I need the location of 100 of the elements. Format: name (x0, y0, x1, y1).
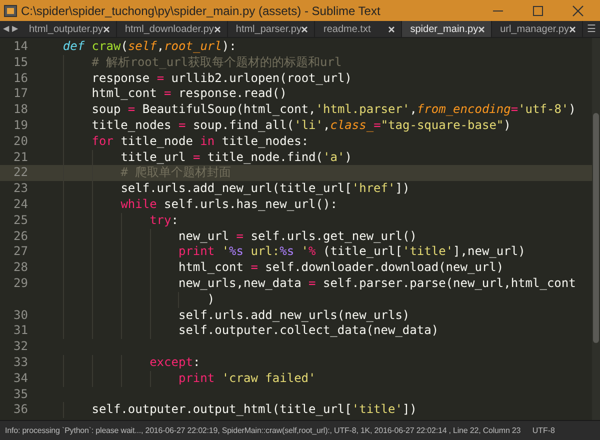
menu-button[interactable]: ☰ (583, 21, 600, 37)
line-number: 19 (14, 118, 28, 132)
code-token: self.urls.has_new_url(): (163, 196, 338, 213)
file-tab[interactable]: spider_main.py (402, 21, 492, 37)
code-token: ( (120, 39, 128, 55)
code-token: BeautifulSoup(html_cont, (141, 102, 316, 118)
code-token: response (92, 70, 151, 86)
code-token: urllib2.urlopen(root_url) (170, 70, 352, 86)
code-token: def (62, 39, 85, 55)
code-token: ' (300, 244, 309, 260)
code-token: = (236, 228, 244, 244)
line-number: 15 (14, 54, 28, 69)
tab-forward-button[interactable]: ▶ (12, 21, 21, 37)
line-number: 27 (14, 244, 28, 258)
line-number: 33 (14, 354, 28, 369)
code-token: craw (90, 39, 121, 55)
code-token: new_urls,new_data (178, 276, 302, 292)
close-icon[interactable] (572, 4, 584, 16)
code-token: url: (250, 244, 280, 260)
code-token: except (150, 354, 193, 371)
code-token: 'href' (352, 181, 396, 197)
code-token: title_node (120, 134, 194, 150)
code-token: "tag-square-base" (380, 118, 504, 134)
code-token: root_url (164, 39, 222, 55)
code-token: title_node.find( (206, 150, 323, 166)
line-number: 36 (14, 402, 28, 416)
code-token: ) (344, 150, 352, 166)
code-token: : (171, 212, 178, 229)
line-number: 31 (14, 323, 28, 338)
tab-back-button[interactable]: ◀ (0, 21, 12, 37)
code-token: ) (504, 118, 511, 134)
code-token: , (323, 118, 330, 134)
line-number: 21 (14, 150, 28, 164)
line-number: 34 (14, 370, 28, 385)
code-token: title_nodes (92, 118, 172, 134)
line-number: 23 (14, 181, 28, 196)
code-token: ],new_url) (453, 244, 526, 260)
maximize-icon[interactable] (532, 4, 544, 16)
code-token: = (128, 102, 136, 118)
code-token: ) (207, 292, 215, 308)
code-token: = (374, 118, 381, 134)
code-token: soup.find_all( (192, 118, 294, 134)
code-comment: # 解析root_url获取每个题材的的标题和url (92, 54, 342, 71)
scrollbar[interactable] (592, 38, 600, 420)
code-token: class_ (330, 118, 374, 134)
code-token: ) (568, 102, 576, 118)
code-token: (title_url[ (322, 244, 402, 260)
code-token: for (92, 134, 114, 150)
line-number: 16 (14, 70, 28, 85)
code-token: 'craw failed' (220, 370, 316, 387)
code-token: soup (92, 102, 122, 118)
line-number: 30 (14, 308, 28, 322)
code-token: self.parser.parse(new_url,html_cont (322, 276, 576, 292)
code-token: = (250, 260, 258, 276)
code-token: 'utf-8' (518, 102, 569, 118)
code-token: self (128, 39, 157, 55)
code-token: while (120, 196, 157, 213)
line-number: 28 (14, 260, 28, 274)
code-token: 'li' (294, 118, 323, 134)
app-icon (4, 4, 17, 16)
line-number: 17 (14, 86, 28, 100)
code-token: = (192, 150, 200, 166)
line-number: 24 (14, 196, 28, 211)
status-message: Info: processing `Python`: please wait..., 2016-06-27 22:02:19, SpiderMain::craw(self,root_url):, UTF-8, 1K, 2016-06-27 22:02:14 , Line 22, Column 23 (5, 424, 521, 436)
line-number: 26 (14, 228, 28, 243)
code-token: ' (220, 244, 230, 260)
window-title: C:\spider\spider_tuchong\py\spider_main.py (assets) - Sublime Text (21, 2, 380, 20)
line-number: 18 (14, 102, 28, 116)
scrollbar-thumb[interactable] (593, 113, 599, 343)
code-token: html_cont (178, 260, 244, 276)
code-token: ]) (402, 402, 417, 418)
code-token: response.read() (177, 86, 287, 102)
code-token: : (192, 354, 200, 371)
code-token: print (178, 370, 215, 387)
code-token: 'html.parser' (316, 102, 410, 118)
line-number: 14 (14, 39, 28, 53)
code-token: %s (280, 244, 294, 260)
code-token: self.urls.add_new_urls(new_urls) (178, 308, 410, 324)
code-token: title_url (120, 150, 187, 166)
code-token: html_cont (92, 86, 158, 102)
code-token: = (510, 102, 518, 118)
code-token: , (410, 102, 417, 118)
encoding-label[interactable]: UTF-8 (532, 424, 595, 436)
code-token: self.outputer.output_html(title_url[ (92, 402, 352, 418)
code-token: ): (222, 39, 236, 55)
line-number: 20 (14, 134, 28, 148)
code-token: 'title' (352, 402, 402, 418)
code-token: self.urls.get_new_url() (250, 228, 417, 244)
line-number: 32 (14, 339, 28, 354)
line-number: 22 (14, 165, 28, 180)
code-token: = (308, 276, 316, 292)
code-token: , (156, 39, 164, 55)
code-token: try (150, 212, 172, 229)
code-token: = (164, 86, 172, 102)
code-token: from_encoding (416, 102, 511, 118)
code-token: self.downloader.download(new_url) (264, 260, 504, 276)
code-token: print (178, 244, 215, 260)
code-token: self.urls.add_new_url(title_url[ (120, 181, 352, 197)
code-token: % (308, 244, 316, 260)
code-token: 'a' (323, 150, 345, 166)
